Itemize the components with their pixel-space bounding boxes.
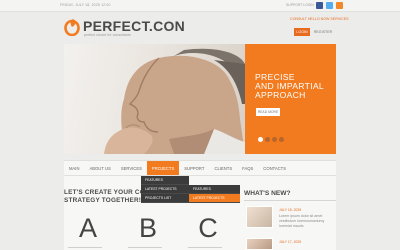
social-icons: [316, 2, 343, 9]
current-date: FRIDAY, JULY 18, 2025 12:00: [60, 3, 111, 7]
register-button[interactable]: REGISTER: [312, 28, 334, 36]
top-links[interactable]: SUPPORT LOGIN: [286, 3, 314, 7]
nav-item-projects[interactable]: PROJECTS: [146, 161, 180, 175]
nav-item-services[interactable]: SERVICES: [116, 161, 147, 175]
nav-item-contacts[interactable]: CONTACTS: [258, 161, 291, 175]
projects-subdropdown: FEATURES LATEST PROJECTS: [189, 185, 240, 203]
nav-item-support[interactable]: SUPPORT: [179, 161, 209, 175]
dropdown-item-features[interactable]: FEATURES: [141, 176, 189, 185]
divider: [68, 247, 102, 248]
slider-dot[interactable]: [279, 137, 284, 142]
projects-dropdown: FEATURES LATEST PROJECTS PROJECTS LIST: [141, 176, 189, 203]
slider-pagination: [258, 137, 284, 142]
news-date: JULY 18, 2025: [279, 208, 302, 212]
section-heading: LET'S CREATE YOUR CO STRATEGY TOGETHER!: [64, 189, 145, 204]
news-date: JULY 17, 2025: [279, 240, 302, 244]
dropdown-item-latest-projects[interactable]: LATEST PROJECTS: [141, 185, 189, 194]
subdropdown-item-latest-projects[interactable]: LATEST PROJECTS: [189, 194, 240, 203]
logo-icon[interactable]: [64, 18, 80, 36]
feature-letter-b: B: [138, 213, 157, 243]
slider-dot[interactable]: [258, 137, 263, 142]
tagline: perfect choice for consultants: [84, 33, 131, 37]
feature-letter-c: C: [198, 213, 218, 243]
main-nav: MAIN ABOUT US SERVICES PROJECTS SUPPORT …: [64, 160, 336, 176]
divider: [188, 247, 222, 248]
contact-link[interactable]: CONSULT HELLO NOW SERVICES: [290, 17, 349, 21]
login-button[interactable]: LOGIN: [294, 28, 310, 36]
nav-item-about-us[interactable]: ABOUT US: [84, 161, 115, 175]
slider-dot[interactable]: [265, 137, 270, 142]
divider: [128, 247, 162, 248]
logo-text[interactable]: PERFECT.CON: [83, 18, 185, 34]
nav-item-main[interactable]: MAIN: [64, 161, 84, 175]
subdropdown-item-features[interactable]: FEATURES: [189, 185, 240, 194]
news-title: WHAT'S NEW?: [244, 190, 291, 197]
hero-image: [64, 44, 245, 154]
news-excerpt[interactable]: Lorem ipsum dolor sit amet vestibulum lo…: [279, 214, 335, 229]
nav-item-faqs[interactable]: FAQS: [237, 161, 258, 175]
news-thumbnail[interactable]: [246, 206, 273, 228]
hero-slider: PRECISE AND IMPARTIAL APPROACH READ MORE: [64, 44, 336, 154]
rss-icon[interactable]: [336, 2, 343, 9]
nav-item-clients[interactable]: CLIENTS: [209, 161, 237, 175]
feature-letter-a: A: [78, 213, 97, 243]
feature-letters: A B C: [78, 213, 218, 244]
dropdown-item-projects-list[interactable]: PROJECTS LIST: [141, 194, 189, 203]
news-thumbnail[interactable]: [246, 238, 273, 250]
top-bar: FRIDAY, JULY 18, 2025 12:00 SUPPORT LOGI…: [0, 0, 400, 12]
slider-dot[interactable]: [272, 137, 277, 142]
hero-headline: PRECISE AND IMPARTIAL APPROACH: [255, 72, 325, 100]
read-more-button[interactable]: READ MORE: [256, 108, 280, 116]
facebook-icon[interactable]: [316, 2, 323, 9]
twitter-icon[interactable]: [326, 2, 333, 9]
divider: [244, 200, 336, 201]
